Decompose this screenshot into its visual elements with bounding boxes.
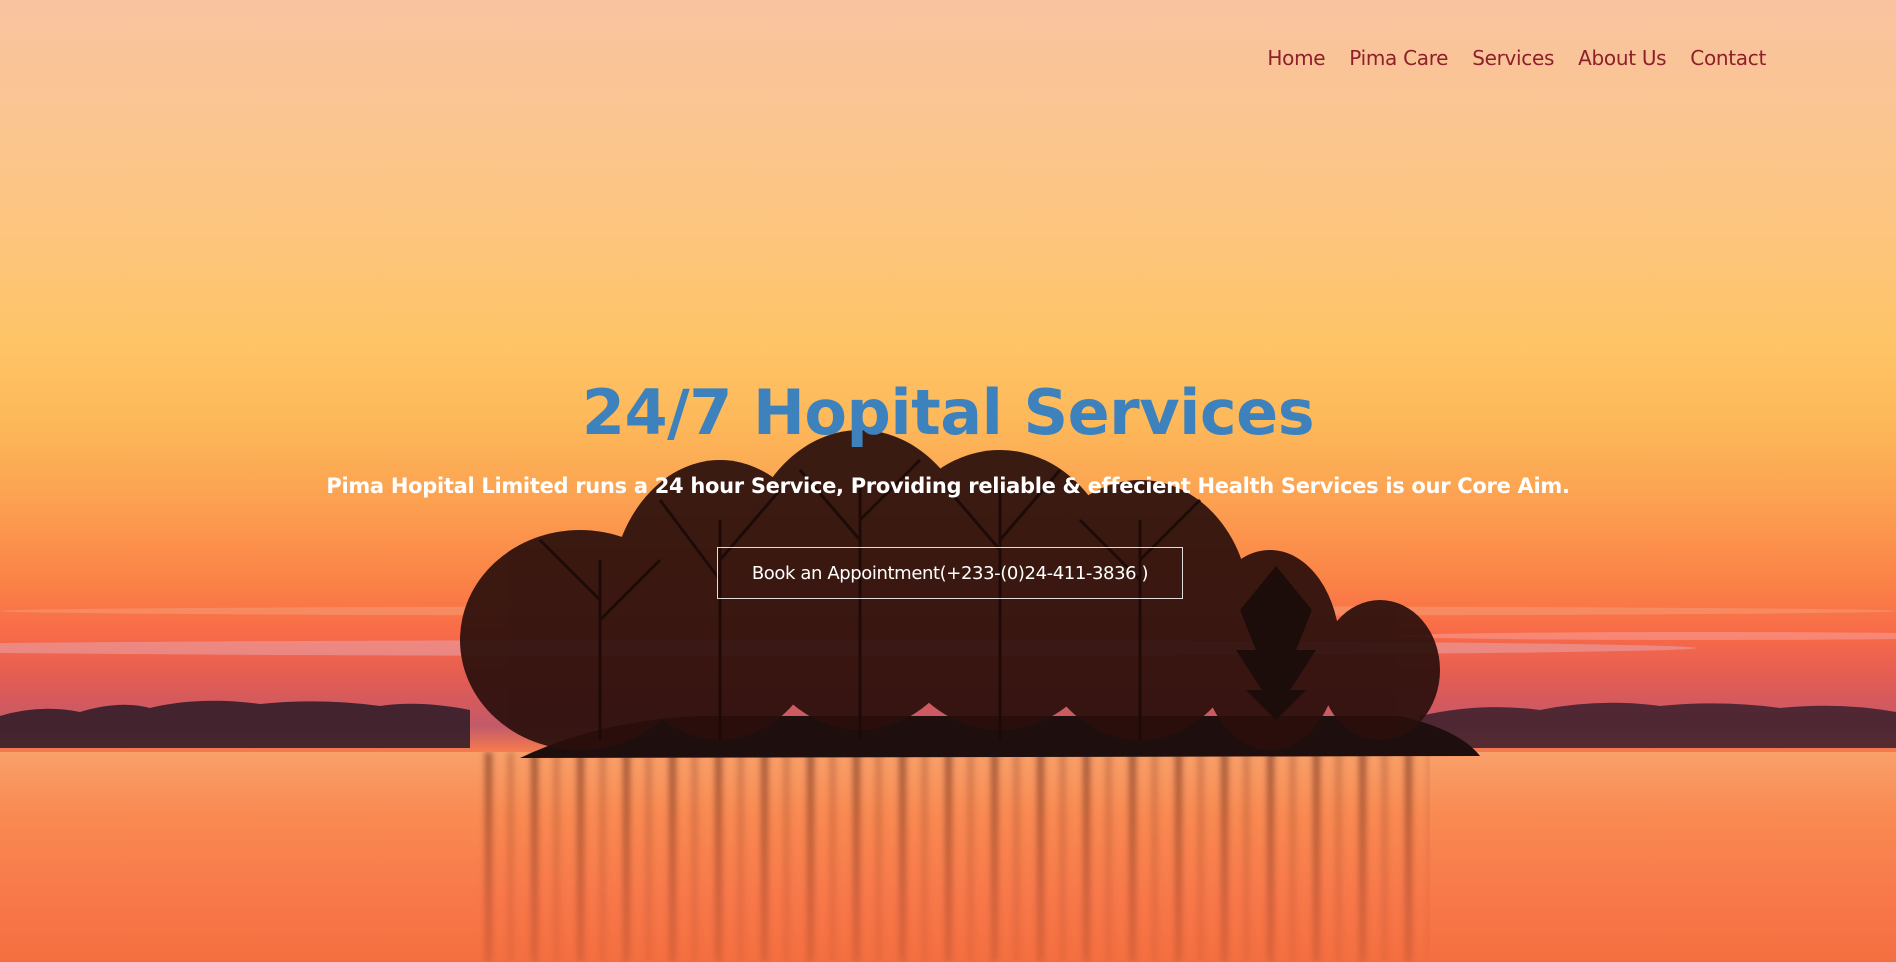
main-nav: Home Pima Care Services About Us Contact: [1255, 46, 1778, 70]
nav-link-contact[interactable]: Contact: [1678, 46, 1778, 70]
nav-link-services[interactable]: Services: [1460, 46, 1566, 70]
nav-link-about-us[interactable]: About Us: [1566, 46, 1678, 70]
hero-subtitle: Pima Hopital Limited runs a 24 hour Serv…: [326, 474, 1570, 498]
nav-link-home[interactable]: Home: [1255, 46, 1337, 70]
hero-title: 24/7 Hopital Services: [581, 376, 1315, 449]
nav-link-pima-care[interactable]: Pima Care: [1337, 46, 1460, 70]
hero-section: Home Pima Care Services About Us Contact…: [0, 0, 1896, 962]
book-appointment-button[interactable]: Book an Appointment(+233-(0)24-411-3836 …: [717, 547, 1183, 599]
